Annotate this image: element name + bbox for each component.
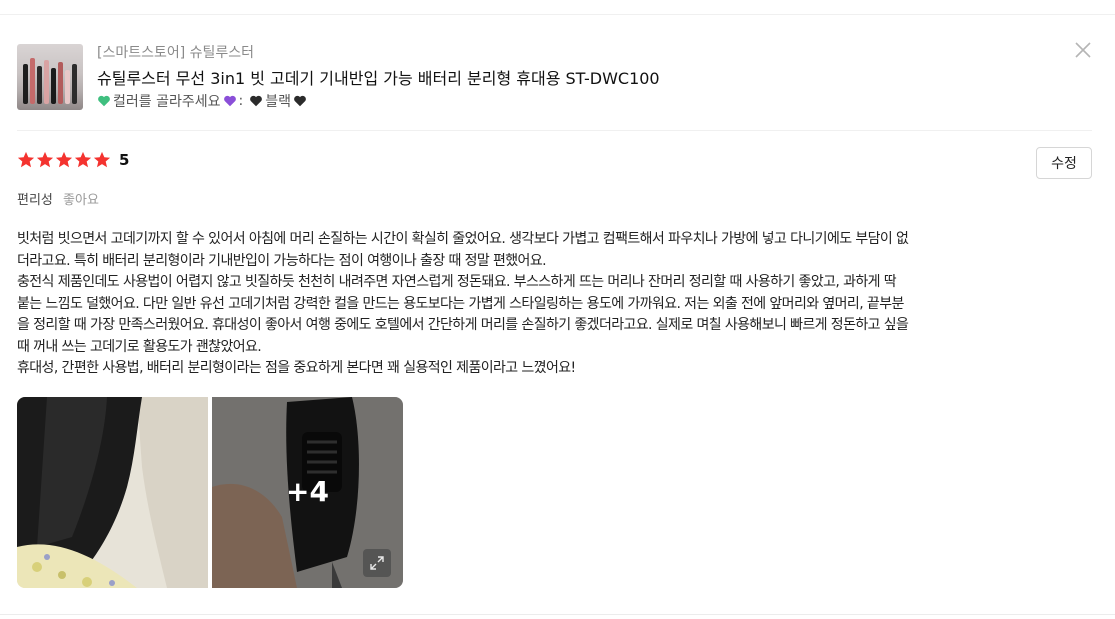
black-heart-icon (294, 95, 306, 107)
star-rating (17, 151, 111, 169)
star-icon (55, 151, 73, 168)
attribute-value: 좋아요 (63, 193, 99, 208)
close-icon (1075, 42, 1091, 58)
product-title[interactable]: 슈틸루스터 무선 3in1 빗 고데기 기내반입 가능 배터리 분리형 휴대용 … (97, 65, 660, 89)
purple-heart-icon (223, 95, 236, 107)
star-icon (93, 151, 111, 168)
top-divider (0, 14, 1115, 15)
star-icon (36, 151, 54, 168)
review-line: 빗처럼 빗으면서 고데기까지 할 수 있어서 아침에 머리 손질하는 시간이 확… (17, 231, 909, 247)
star-icon (74, 151, 92, 168)
product-summary: [스마트스토어] 슈틸루스터 슈틸루스터 무선 3in1 빗 고데기 기내반입 … (17, 40, 1097, 116)
product-thumbnail[interactable] (17, 44, 83, 110)
option-separator: : (238, 93, 244, 109)
review-attribute: 편리성 좋아요 (17, 189, 99, 208)
star-icon (17, 151, 35, 168)
expand-icon (370, 556, 384, 570)
store-name[interactable]: [스마트스토어] 슈틸루스터 (97, 42, 254, 62)
option-value: 블랙 (265, 94, 291, 110)
more-photos-count: +4 (286, 475, 329, 508)
review-photo[interactable] (17, 397, 208, 588)
rating-score: 5 (119, 151, 130, 169)
review-line: 때 꺼내 쓰는 고데기로 활용도가 괜찮았어요. (17, 338, 262, 355)
review-photo-more[interactable]: +4 (212, 397, 403, 588)
review-line: 붙는 느낌도 덜했어요. 다만 일반 유선 고데기처럼 강력한 컬을 만드는 용… (17, 295, 904, 312)
review-photos: +4 (17, 397, 403, 588)
review-rating: 5 (17, 151, 129, 169)
attribute-key: 편리성 (17, 193, 53, 208)
review-line: 더라고요. 특히 배터리 분리형이라 기내반입이 가능하다는 점이 여행이나 출… (17, 252, 547, 269)
review-text: 빗처럼 빗으면서 고데기까지 할 수 있어서 아침에 머리 손질하는 시간이 확… (17, 229, 1097, 380)
expand-button[interactable] (363, 549, 391, 577)
edit-button[interactable]: 수정 (1036, 147, 1092, 179)
review-line: 을 정리할 때 가장 만족스러웠어요. 휴대성이 좋아서 여행 중에도 호텔에서… (17, 317, 909, 333)
black-heart-icon (250, 95, 263, 107)
review-line: 휴대성, 간편한 사용법, 배터리 분리형이라는 점을 중요하게 본다면 꽤 실… (17, 360, 576, 376)
product-option: 컬러를 골라주세요 : 블랙 (97, 91, 307, 111)
bottom-divider (0, 614, 1115, 615)
review-line: 충전식 제품인데도 사용법이 어렵지 않고 빗질하듯 천천히 내려주면 자연스럽… (17, 274, 897, 290)
section-divider (17, 130, 1092, 131)
option-label: 컬러를 골라주세요 (113, 94, 221, 110)
green-heart-icon (98, 95, 110, 107)
photo-hair-image (17, 397, 208, 588)
close-button[interactable] (1074, 41, 1092, 59)
